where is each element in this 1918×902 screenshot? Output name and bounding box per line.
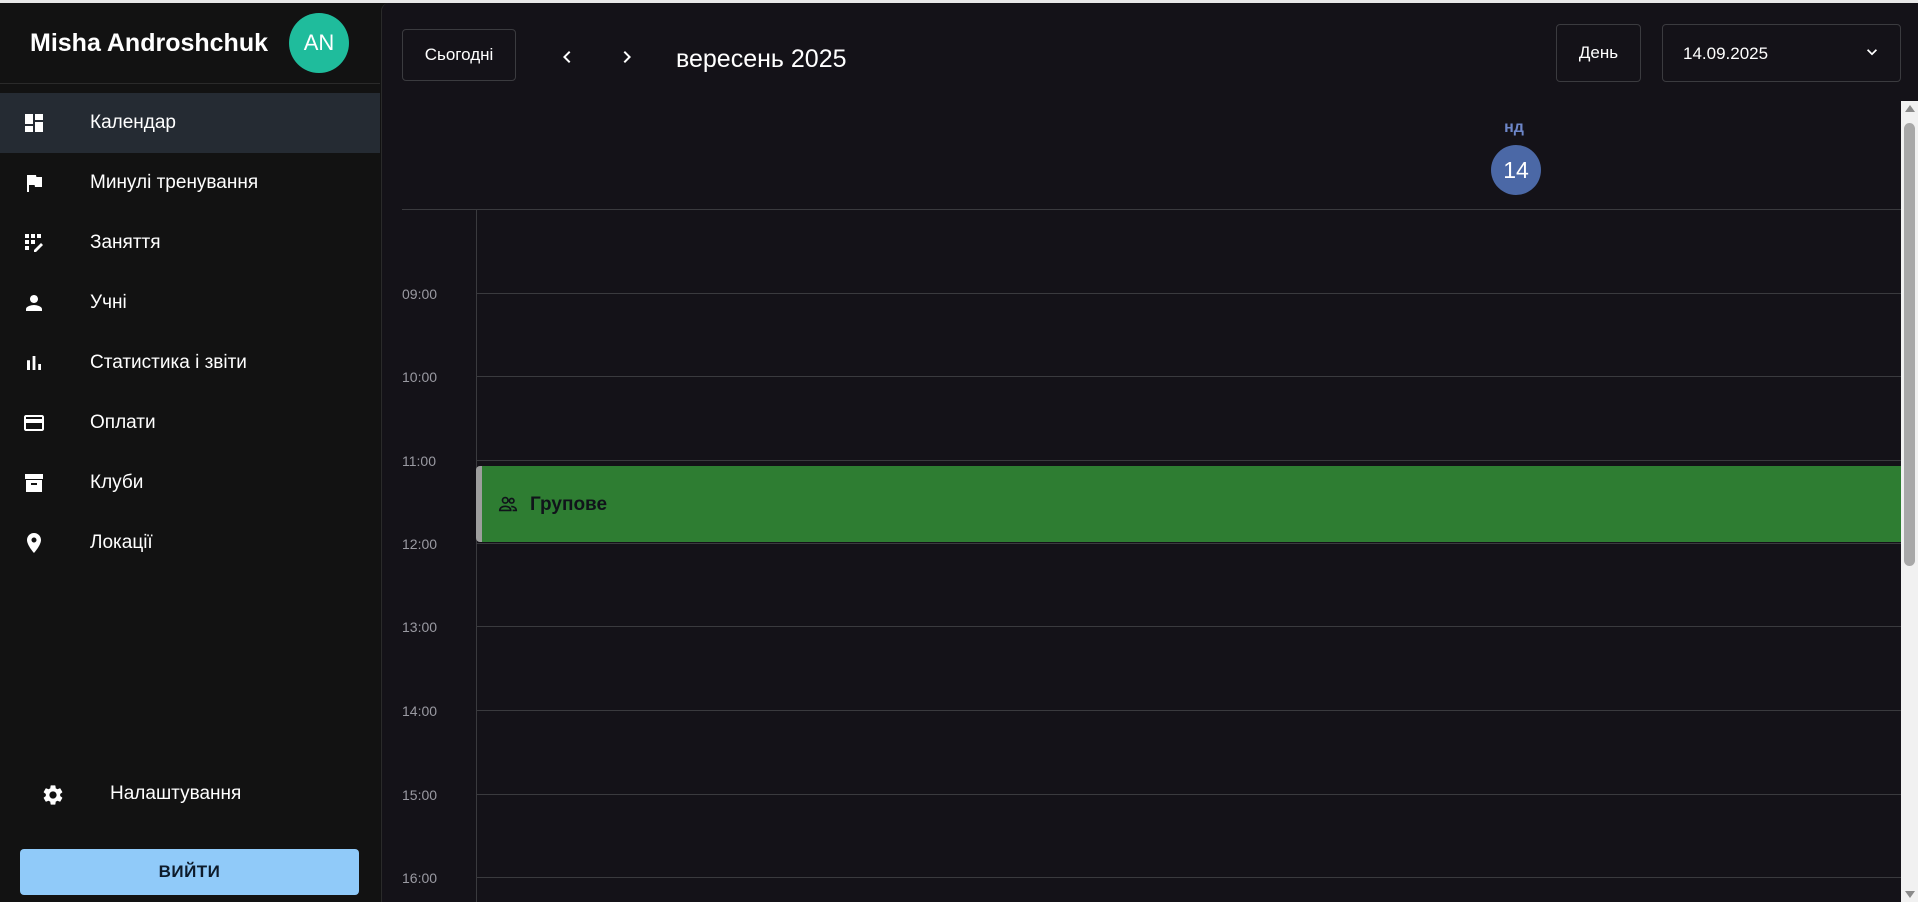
- date-picker-select[interactable]: 14.09.2025: [1662, 24, 1901, 82]
- sidebar-item-label: Клуби: [90, 472, 144, 493]
- settings-label: Налаштування: [110, 783, 242, 804]
- sidebar-item-students[interactable]: Учні: [0, 273, 380, 333]
- hour-line: [476, 794, 1918, 795]
- edit-grid-icon: [25, 234, 43, 252]
- sidebar-item-past-trainings[interactable]: Минулі тренування: [0, 153, 380, 213]
- hour-line: [476, 376, 1918, 377]
- time-label: 13:00: [402, 619, 438, 635]
- hour-line: [476, 543, 1918, 544]
- grid-top-border: [402, 209, 1918, 210]
- time-axis-divider: [476, 210, 477, 902]
- user-name: Misha Androshchuk: [30, 29, 268, 57]
- dashboard-icon: [25, 114, 43, 132]
- flag-icon: [27, 175, 42, 192]
- hour-line: [476, 877, 1918, 878]
- archive-icon: [25, 474, 43, 492]
- sidebar-item-classes[interactable]: Заняття: [0, 213, 380, 273]
- sidebar-item-label: Минулі тренування: [90, 172, 259, 193]
- user-profile: Misha Androshchuk AN: [0, 3, 380, 84]
- chevron-left-icon[interactable]: [555, 45, 579, 69]
- scrollbar[interactable]: [1901, 101, 1918, 902]
- time-label: 15:00: [402, 787, 438, 803]
- month-title: вересень 2025: [676, 45, 847, 73]
- time-label: 12:00: [402, 536, 438, 552]
- event-title: Групове: [530, 494, 608, 515]
- hour-line: [476, 626, 1918, 627]
- scroll-down-arrow[interactable]: [1905, 891, 1915, 898]
- sidebar-nav: Календар Минулі тренування Заняття Учні …: [0, 93, 380, 573]
- time-label: 10:00: [402, 369, 438, 385]
- bar-chart-icon: [27, 356, 41, 370]
- time-label: 09:00: [402, 286, 438, 302]
- credit-card-icon: [24, 415, 44, 431]
- sidebar-item-label: Учні: [90, 292, 127, 313]
- sidebar-item-label: Статистика і звіти: [90, 352, 247, 373]
- logout-button[interactable]: ВИЙТИ: [20, 849, 359, 895]
- sidebar-item-label: Локації: [90, 532, 153, 553]
- sidebar-item-locations[interactable]: Локації: [0, 513, 380, 573]
- calendar-panel: Сьогодні вересень 2025 День 14.09.2025 н…: [381, 3, 1918, 902]
- settings-button[interactable]: Налаштування: [0, 767, 380, 823]
- person-icon: [26, 295, 42, 311]
- today-button[interactable]: Сьогодні: [402, 29, 516, 81]
- day-name: нд: [1504, 119, 1524, 136]
- gear-icon: [43, 785, 63, 805]
- sidebar-item-label: Заняття: [90, 232, 161, 253]
- hour-line: [476, 460, 1918, 461]
- sidebar: Misha Androshchuk AN Календар Минулі тре…: [0, 3, 380, 902]
- avatar[interactable]: AN: [289, 13, 349, 73]
- sidebar-item-label: Оплати: [90, 412, 156, 433]
- day-number[interactable]: 14: [1491, 145, 1541, 195]
- sidebar-item-clubs[interactable]: Клуби: [0, 453, 380, 513]
- time-label: 16:00: [402, 870, 438, 886]
- chevron-right-icon[interactable]: [615, 45, 639, 69]
- time-label: 11:00: [402, 453, 436, 469]
- group-icon: [498, 496, 518, 512]
- sidebar-item-statistics[interactable]: Статистика і звіти: [0, 333, 380, 393]
- view-mode-button[interactable]: День: [1556, 24, 1641, 82]
- scroll-up-arrow[interactable]: [1905, 105, 1915, 112]
- location-pin-icon: [27, 533, 41, 553]
- hour-line: [476, 710, 1918, 711]
- date-value: 14.09.2025: [1683, 44, 1769, 63]
- time-label: 14:00: [402, 703, 438, 719]
- sidebar-item-label: Календар: [90, 112, 177, 133]
- calendar-event[interactable]: Групове: [476, 466, 1906, 542]
- scrollbar-thumb[interactable]: [1904, 123, 1915, 566]
- sidebar-item-calendar[interactable]: Календар: [0, 93, 380, 153]
- chevron-down-icon: [1867, 49, 1877, 56]
- sidebar-item-payments[interactable]: Оплати: [0, 393, 380, 453]
- hour-line: [476, 293, 1918, 294]
